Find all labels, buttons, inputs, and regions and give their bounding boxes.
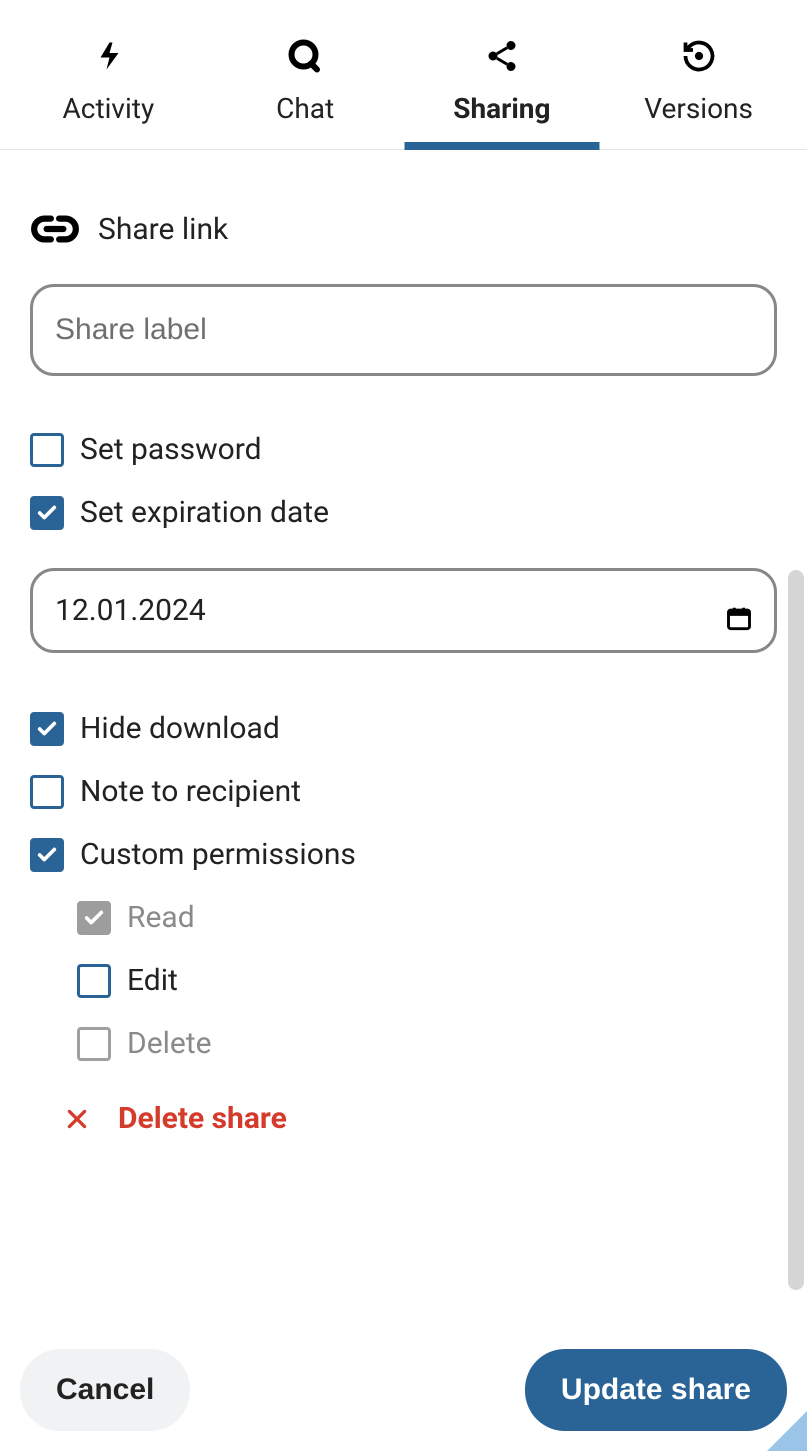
share-icon: [484, 38, 520, 74]
update-share-button[interactable]: Update share: [525, 1349, 787, 1431]
tab-label: Sharing: [453, 92, 550, 125]
bolt-icon: [90, 38, 126, 74]
option-label: Note to recipient: [80, 774, 301, 809]
tab-chat[interactable]: Chat: [207, 20, 404, 149]
option-edit[interactable]: Edit: [77, 963, 777, 998]
tab-activity[interactable]: Activity: [10, 20, 207, 149]
share-link-label: Share link: [98, 212, 228, 247]
resize-corner[interactable]: [767, 1411, 807, 1451]
calendar-icon[interactable]: [725, 604, 753, 632]
checkbox-hide-download[interactable]: [30, 712, 64, 746]
delete-share-button[interactable]: Delete share: [64, 1101, 777, 1136]
option-label: Set password: [80, 432, 262, 467]
share-link-header: Share link: [30, 204, 777, 254]
tab-label: Chat: [276, 92, 334, 125]
option-label: Delete: [127, 1026, 212, 1061]
link-icon: [30, 204, 80, 254]
tab-sharing[interactable]: Sharing: [404, 20, 601, 149]
sharing-panel: Share link Set password Set expiration d…: [0, 150, 807, 1136]
tab-label: Activity: [63, 92, 155, 125]
option-label: Custom permissions: [80, 837, 356, 872]
option-read: Read: [77, 900, 777, 935]
history-icon: [681, 38, 717, 74]
option-label: Read: [127, 900, 195, 935]
option-label: Set expiration date: [80, 495, 329, 530]
scrollbar[interactable]: [788, 570, 804, 1290]
tab-versions[interactable]: Versions: [600, 20, 797, 149]
footer: Cancel Update share: [0, 1349, 807, 1431]
chat-icon: [287, 38, 323, 74]
close-icon: [64, 1106, 90, 1132]
checkbox-delete[interactable]: [77, 1027, 111, 1061]
share-label-input[interactable]: [30, 284, 777, 376]
option-label: Edit: [127, 963, 178, 998]
expiration-date-input[interactable]: [30, 568, 777, 653]
checkbox-note-recipient[interactable]: [30, 775, 64, 809]
option-delete[interactable]: Delete: [77, 1026, 777, 1061]
checkbox-set-password[interactable]: [30, 433, 64, 467]
option-hide-download[interactable]: Hide download: [30, 711, 777, 746]
option-note-recipient[interactable]: Note to recipient: [30, 774, 777, 809]
checkbox-set-expiration[interactable]: [30, 496, 64, 530]
option-custom-permissions[interactable]: Custom permissions: [30, 837, 777, 872]
option-label: Hide download: [80, 711, 280, 746]
checkbox-edit[interactable]: [77, 964, 111, 998]
option-set-password[interactable]: Set password: [30, 432, 777, 467]
delete-share-label: Delete share: [118, 1101, 287, 1136]
option-set-expiration[interactable]: Set expiration date: [30, 495, 777, 530]
checkbox-custom-permissions[interactable]: [30, 838, 64, 872]
tab-label: Versions: [644, 92, 753, 125]
cancel-button[interactable]: Cancel: [20, 1349, 190, 1431]
checkbox-read: [77, 901, 111, 935]
tab-bar: Activity Chat Sharing Versions: [0, 20, 807, 150]
